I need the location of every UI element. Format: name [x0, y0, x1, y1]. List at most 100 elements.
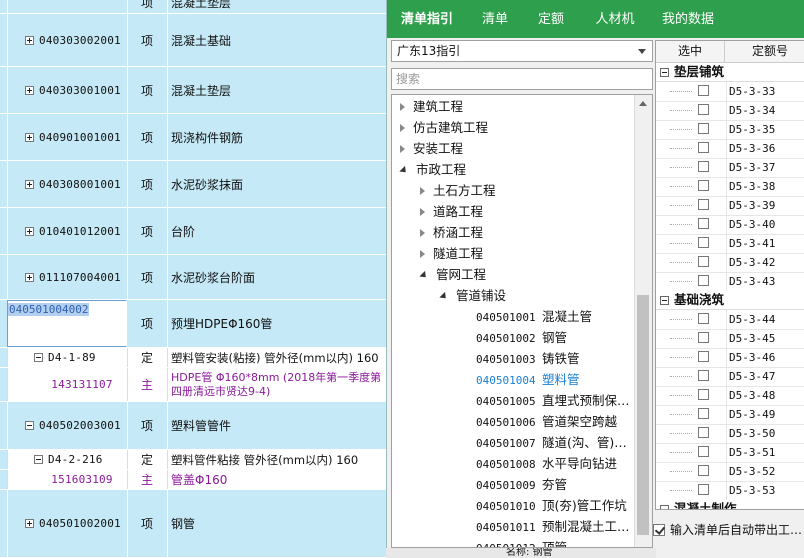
quota-row[interactable]: D5-3-53 [656, 481, 804, 501]
row-checkbox[interactable] [698, 275, 709, 286]
tree-node[interactable]: 仿古建筑工程 [400, 118, 488, 138]
tab-quota[interactable]: 定额 [523, 6, 579, 34]
tree-leaf[interactable]: 040501008 水平导向钻进 [476, 454, 617, 474]
table-row[interactable]: 040901001001 项现浇构件钢筋 [0, 114, 386, 161]
quota-row[interactable]: D5-3-37 [656, 158, 804, 178]
quota-row[interactable]: D5-3-33 [656, 82, 804, 102]
tree-leaf[interactable]: 040501012顶管 [476, 538, 567, 547]
quota-group[interactable]: 垫层铺筑 [656, 63, 804, 82]
row-checkbox[interactable] [698, 465, 709, 476]
expand-icon[interactable] [420, 187, 425, 195]
tree-leaf[interactable]: 040501010 顶(夯)管工作坑 [476, 496, 627, 516]
collapse-icon[interactable] [399, 165, 409, 176]
row-checkbox[interactable] [698, 370, 709, 381]
collapse-icon[interactable] [439, 291, 449, 302]
expand-icon[interactable] [400, 103, 405, 111]
quota-row[interactable]: D5-3-40 [656, 215, 804, 235]
row-checkbox[interactable] [698, 446, 709, 457]
quota-row[interactable]: D5-3-45 [656, 329, 804, 349]
row-checkbox[interactable] [698, 180, 709, 191]
tree-node[interactable]: 市政工程 [399, 160, 466, 180]
collapse-icon[interactable] [660, 296, 669, 305]
tree-node[interactable]: 建筑工程 [400, 97, 463, 117]
tab-labor-material-machine[interactable]: 人材机 [583, 6, 647, 34]
tree-node[interactable]: 管网工程 [419, 265, 486, 285]
tree-leaf[interactable]: 040501005 直埋式预制保… [476, 391, 630, 411]
tree-node[interactable]: 桥涵工程 [420, 223, 483, 243]
row-checkbox[interactable] [698, 427, 709, 438]
collapse-icon[interactable] [25, 421, 34, 430]
row-checkbox[interactable] [698, 351, 709, 362]
quota-row[interactable]: D5-3-50 [656, 424, 804, 444]
row-checkbox[interactable] [698, 218, 709, 229]
quota-row[interactable]: D5-3-44 [656, 310, 804, 330]
tree-scrollbar[interactable] [634, 95, 652, 547]
row-checkbox[interactable] [698, 256, 709, 267]
quota-row[interactable]: D5-3-41 [656, 234, 804, 254]
quota-row[interactable]: D5-3-36 [656, 139, 804, 159]
tree-leaf[interactable]: 040501003 铸铁管 [476, 349, 580, 369]
expand-icon[interactable] [25, 179, 34, 189]
tree-node[interactable]: 管道铺设 [439, 286, 506, 306]
row-checkbox[interactable] [698, 313, 709, 324]
scroll-up-icon[interactable] [639, 101, 647, 106]
tree-leaf[interactable]: 040501004 塑料管 [476, 370, 580, 390]
row-checkbox[interactable] [698, 123, 709, 134]
expand-icon[interactable] [25, 132, 34, 142]
row-checkbox[interactable] [698, 484, 709, 495]
table-row[interactable]: 项 混凝土垫层 [0, 0, 386, 14]
tab-bill[interactable]: 清单 [467, 6, 523, 34]
tree-leaf[interactable]: 040501002 钢管 [476, 328, 567, 348]
row-checkbox[interactable] [698, 161, 709, 172]
expand-icon[interactable] [25, 272, 34, 282]
quota-row[interactable]: D5-3-39 [656, 196, 804, 216]
quota-row[interactable]: D5-3-43 [656, 272, 804, 292]
table-row-editing[interactable]: 040501004002 项 预埋HDPEΦ160管 [0, 300, 386, 348]
quota-row[interactable]: D5-3-46 [656, 348, 804, 368]
quota-row[interactable]: D5-3-47 [656, 367, 804, 387]
quota-row[interactable]: D5-3-34 [656, 101, 804, 121]
table-row-quota[interactable]: D4-1-89 定 塑料管安装(粘接) 管外径(mm以内) 160 [0, 348, 386, 368]
table-row[interactable]: 040502003001 项 塑料管管件 [0, 402, 386, 450]
tree-leaf[interactable]: 040501006 管道架空跨越 [476, 412, 617, 432]
tree-node[interactable]: 隧道工程 [420, 244, 483, 264]
table-row[interactable]: 040501002001 项 钢管 [0, 490, 386, 558]
collapse-icon[interactable] [660, 505, 669, 509]
code-edit-cell[interactable]: 040501004002 [7, 300, 127, 347]
table-row[interactable]: 040308001001 项水泥砂浆抹面 [0, 161, 386, 208]
row-checkbox[interactable] [698, 237, 709, 248]
auto-bring-option[interactable]: 输入清单后自动带出工… [653, 518, 804, 542]
row-checkbox[interactable] [698, 199, 709, 210]
search-input[interactable]: 搜索 [391, 68, 653, 90]
tree-node[interactable]: 道路工程 [420, 202, 483, 222]
tree-leaf[interactable]: 040501011 预制混凝土工… [476, 517, 630, 537]
tree-node[interactable]: 土石方工程 [420, 181, 496, 201]
quota-row[interactable]: D5-3-35 [656, 120, 804, 140]
expand-icon[interactable] [25, 519, 34, 528]
row-checkbox[interactable] [698, 332, 709, 343]
table-row-quota[interactable]: D4-2-216 定 塑料管件粘接 管外径(mm以内) 160 [0, 450, 386, 470]
expand-icon[interactable] [25, 35, 34, 45]
quota-row[interactable]: D5-3-38 [656, 177, 804, 197]
quota-row[interactable]: D5-3-42 [656, 253, 804, 273]
tab-my-data[interactable]: 我的数据 [653, 6, 723, 34]
tree-leaf[interactable]: 040501001 混凝土管 [476, 307, 592, 327]
tree-leaf[interactable]: 040501007 隧道(沟、管)… [476, 433, 627, 453]
tree-leaf[interactable]: 040501009 夯管 [476, 475, 567, 495]
expand-icon[interactable] [400, 145, 405, 153]
table-row[interactable]: 010401012001 项台阶 [0, 208, 386, 255]
tree-node[interactable]: 安装工程 [400, 139, 463, 159]
collapse-icon[interactable] [34, 353, 43, 362]
row-checkbox[interactable] [698, 85, 709, 96]
quota-group[interactable]: 基础浇筑 [656, 291, 804, 310]
row-checkbox[interactable] [698, 142, 709, 153]
quota-row[interactable]: D5-3-49 [656, 405, 804, 425]
table-row-material[interactable]: 143131107 主 HDPE管 Φ160*8mm (2018年第一季度第四册… [0, 368, 386, 402]
table-row[interactable]: 040303002001 项混凝土基础 [0, 14, 386, 67]
checkbox-checked[interactable] [653, 524, 665, 536]
quota-group[interactable]: 混凝土制作 [656, 500, 804, 509]
row-checkbox[interactable] [698, 408, 709, 419]
quota-row[interactable]: D5-3-51 [656, 443, 804, 463]
table-row[interactable]: 040303001001 项混凝土垫层 [0, 67, 386, 114]
expand-icon[interactable] [25, 226, 34, 236]
